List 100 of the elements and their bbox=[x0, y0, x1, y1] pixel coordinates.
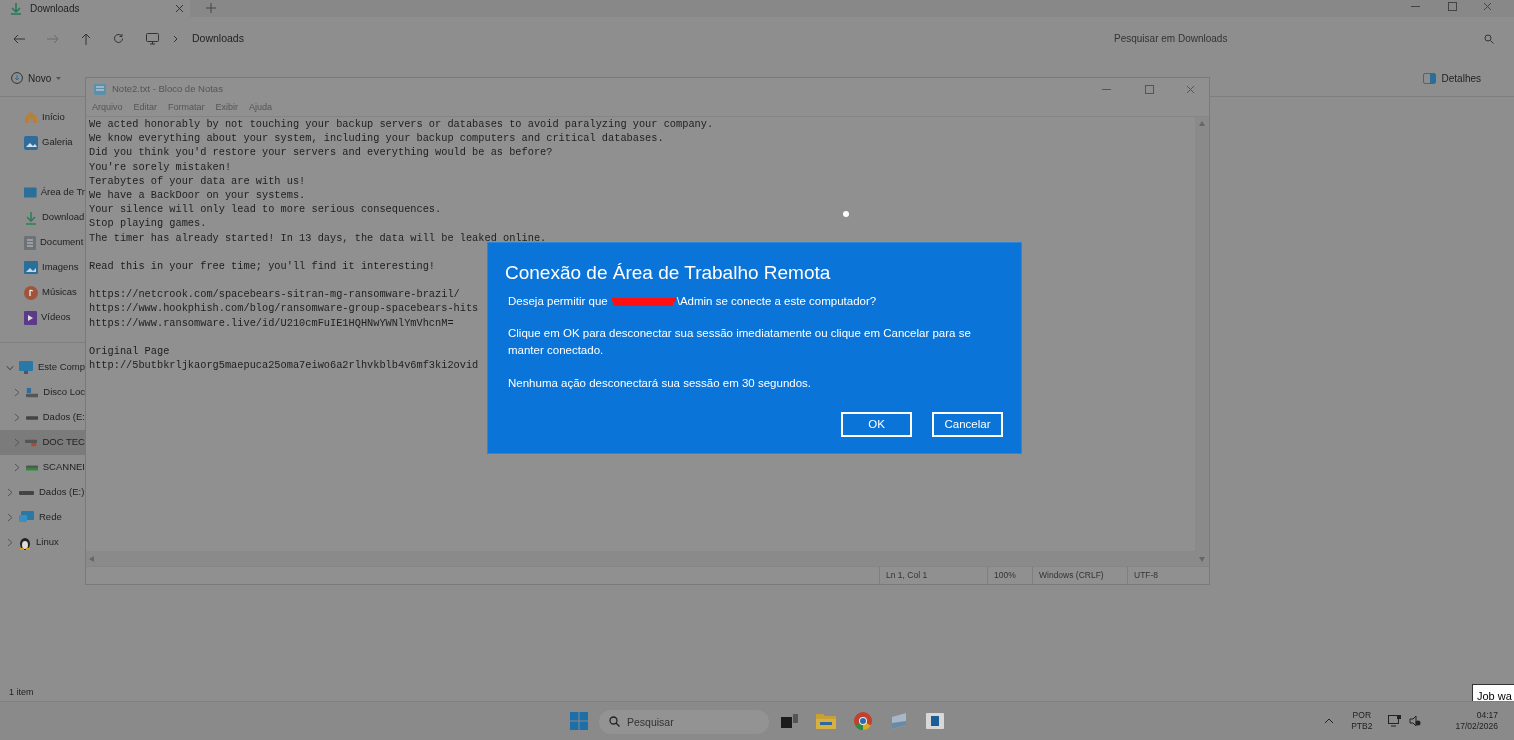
refresh-icon[interactable] bbox=[113, 33, 124, 44]
text-line: Stop playing games. bbox=[89, 216, 207, 231]
image-icon bbox=[24, 261, 38, 274]
status-text: Windows (CRLF) bbox=[1039, 569, 1104, 582]
search-icon bbox=[609, 715, 620, 727]
chevron-right-icon[interactable] bbox=[7, 538, 13, 547]
new-button[interactable]: Novo bbox=[11, 70, 62, 86]
monitor-icon[interactable] bbox=[146, 32, 159, 45]
task-view-icon[interactable] bbox=[781, 714, 798, 728]
download-icon bbox=[10, 2, 22, 15]
text-line: https://www.ransomware.live/id/U210cmFuIE1HQHNwYWNlYmVhcnM= bbox=[89, 315, 454, 330]
text-line: http://5butbkrljkaorg5maepuca25oma7eiwo6a2rlhvkblb4v6mf3ki2ovid bbox=[89, 358, 479, 373]
text-line: Read this in your free time; you'll find it interesting! bbox=[89, 258, 436, 274]
up-icon[interactable] bbox=[81, 32, 91, 45]
monitor-icon bbox=[19, 361, 33, 374]
forward-icon[interactable] bbox=[47, 33, 59, 44]
folder-icon[interactable] bbox=[816, 713, 836, 729]
drive-icon bbox=[25, 464, 38, 471]
maximize-icon[interactable] bbox=[1448, 2, 1457, 11]
sidebar-item[interactable]: Área de Tr bbox=[40, 185, 85, 200]
tree-item[interactable]: SCANNEI bbox=[0, 455, 85, 480]
scroll-left-icon[interactable] bbox=[89, 555, 94, 562]
language-text[interactable]: POR bbox=[1352, 710, 1372, 721]
dialog-button[interactable]: OK bbox=[841, 412, 912, 437]
close-icon[interactable] bbox=[1186, 84, 1195, 94]
tab[interactable]: Downloads bbox=[0, 0, 190, 17]
clock-time[interactable]: 04:17 bbox=[1476, 710, 1498, 721]
chevron-right-icon[interactable] bbox=[14, 413, 21, 422]
notepad-icon bbox=[94, 83, 106, 95]
tree-item[interactable]: Rede bbox=[0, 505, 85, 530]
desktop-icon bbox=[24, 187, 37, 198]
chevron-right-icon[interactable] bbox=[14, 463, 21, 472]
text-line: Original Page bbox=[89, 344, 170, 359]
status-text: 100% bbox=[994, 569, 1016, 582]
windows-logo-icon[interactable] bbox=[570, 712, 588, 730]
language-text[interactable]: PTB2 bbox=[1351, 721, 1373, 732]
text-line: https://www.hookphish.com/blog/ransomware-group-spacebears-hits bbox=[89, 301, 479, 316]
text-line: The timer has already started! In 13 days, the data will be leaked online. bbox=[89, 230, 547, 245]
text-line: Did you think you'd restore your servers and everything would be as before? bbox=[89, 145, 553, 160]
tree-item[interactable]: Dados (E:) bbox=[0, 480, 85, 505]
sidebar-item[interactable]: Vídeos bbox=[41, 310, 71, 325]
maximize-icon[interactable] bbox=[1145, 84, 1154, 94]
plus-circle-icon bbox=[11, 72, 23, 84]
scroll-down-icon[interactable] bbox=[1199, 557, 1205, 562]
sidebar-item[interactable]: Início bbox=[42, 110, 65, 125]
search-field[interactable]: Pesquisar em Downloads bbox=[1104, 26, 1484, 51]
close-icon[interactable] bbox=[1483, 2, 1492, 11]
close-icon[interactable] bbox=[175, 4, 184, 13]
gallery-icon bbox=[24, 135, 38, 150]
scroll-up-icon[interactable] bbox=[1199, 121, 1205, 126]
chevron-down-icon[interactable] bbox=[6, 364, 14, 371]
breadcrumb-item[interactable]: Downloads bbox=[192, 30, 244, 47]
panel-icon bbox=[1422, 72, 1436, 84]
status-text: Ln 1, Col 1 bbox=[886, 569, 928, 582]
network-drive-icon bbox=[25, 438, 38, 447]
chevron-up-icon[interactable] bbox=[1324, 718, 1335, 724]
redaction-mark bbox=[610, 296, 677, 306]
tree-item[interactable]: Este Comp bbox=[0, 355, 85, 380]
chevron-right-icon[interactable] bbox=[7, 513, 13, 522]
chevron-right-icon bbox=[173, 34, 178, 43]
details-button[interactable]: Detalhes bbox=[1422, 70, 1481, 86]
dialog-text: Nenhuma ação desconectará sua sessão em 30 segundos. bbox=[507, 376, 813, 391]
network-icon bbox=[19, 511, 34, 524]
text-line: We know everything about your system, including your backup computers and critical databases. bbox=[89, 131, 664, 146]
home-icon bbox=[24, 111, 38, 124]
speaker-icon[interactable] bbox=[1409, 715, 1422, 727]
text-line: Your silence will only lead to more serious consequences. bbox=[89, 202, 442, 217]
dialog-button[interactable]: Cancelar bbox=[932, 412, 1003, 437]
sidebar-item[interactable]: Download bbox=[42, 210, 85, 225]
text-line: We acted honorably by not touching your backup servers or databases to avoid paralyzing your company. bbox=[89, 117, 714, 132]
clock-date[interactable]: 17/02/2026 bbox=[1455, 721, 1498, 732]
drive-icon bbox=[25, 386, 39, 399]
monitor-icon[interactable] bbox=[1388, 715, 1402, 727]
minimize-icon[interactable] bbox=[1102, 88, 1111, 90]
sidebar-item[interactable]: Imagens bbox=[42, 260, 79, 275]
search-field[interactable]: Pesquisar bbox=[599, 709, 769, 734]
chevron-right-icon[interactable] bbox=[14, 438, 21, 447]
status-text: UTF-8 bbox=[1134, 569, 1159, 582]
tree-item[interactable]: Disco Loc bbox=[0, 380, 85, 405]
sidebar-item[interactable]: Galeria bbox=[42, 135, 73, 150]
app-icon[interactable] bbox=[890, 713, 908, 729]
text-line: You're sorely mistaken! bbox=[89, 159, 232, 174]
penguin-icon bbox=[19, 535, 31, 550]
sidebar-item[interactable]: Músicas bbox=[42, 285, 77, 300]
video-icon bbox=[24, 310, 37, 325]
search-icon bbox=[1484, 33, 1494, 44]
browser-icon[interactable] bbox=[854, 712, 872, 730]
back-icon[interactable] bbox=[13, 33, 25, 44]
chevron-right-icon[interactable] bbox=[14, 388, 21, 397]
dialog-text: Clique em OK para desconectar sua sessão imediatamente ou clique em Cancelar para se manter conectado. bbox=[507, 326, 972, 358]
tree-item[interactable]: Linux bbox=[0, 530, 85, 555]
sidebar-item[interactable]: Document bbox=[40, 235, 84, 250]
status-text: 1 item bbox=[9, 686, 34, 699]
remote-desktop-icon[interactable] bbox=[926, 713, 944, 729]
caret-icon bbox=[56, 76, 62, 80]
tree-item[interactable]: DOC TEC bbox=[0, 430, 85, 455]
tree-item[interactable]: Dados (E: bbox=[0, 405, 85, 430]
new-tab-icon[interactable] bbox=[206, 3, 216, 13]
chevron-right-icon[interactable] bbox=[7, 488, 13, 497]
text-line: https://netcrook.com/spacebears-sitran-mg-ransomware-brazil/ bbox=[89, 287, 460, 302]
